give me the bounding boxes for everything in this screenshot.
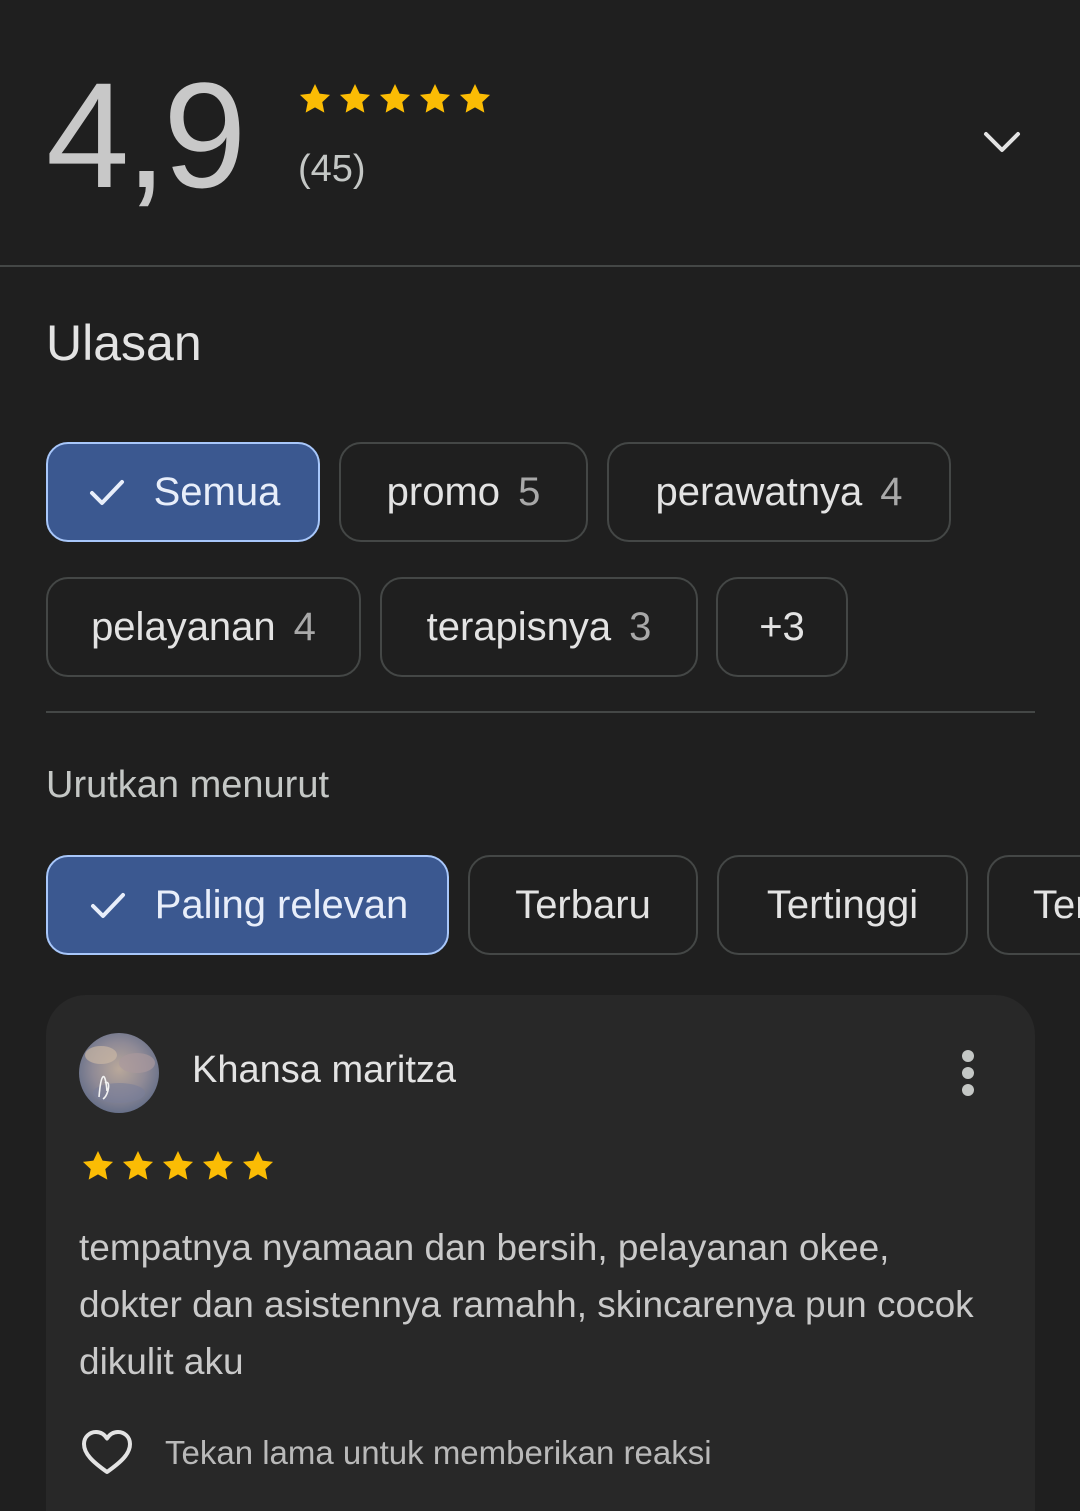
sort-highest[interactable]: Tertinggi xyxy=(717,855,968,955)
check-icon xyxy=(89,480,124,505)
star-icon xyxy=(379,83,411,113)
reaction-row[interactable]: Tekan lama untuk memberikan reaksi xyxy=(79,1425,712,1481)
average-score: 4,9 xyxy=(46,51,247,219)
chip-label: +3 xyxy=(759,604,805,649)
chip-label: promo xyxy=(386,469,501,514)
chip-label: Tertinggi xyxy=(766,882,919,927)
review-stars xyxy=(79,1147,277,1185)
chip-more-topics[interactable]: +3 xyxy=(716,577,848,677)
sort-newest[interactable]: Terbaru xyxy=(468,855,698,955)
heart-outline-icon[interactable] xyxy=(79,1425,135,1481)
star-icon xyxy=(339,83,371,113)
chip-count: 5 xyxy=(518,469,541,514)
review-count: (45) xyxy=(298,148,366,190)
review-text: tempatnya nyamaan dan bersih, pelayanan … xyxy=(79,1227,974,1382)
reaction-hint: Tekan lama untuk memberikan reaksi xyxy=(165,1434,712,1471)
chip-label: terapisnya xyxy=(426,604,612,649)
chip-label: Ter xyxy=(1033,882,1080,927)
star-icon xyxy=(419,83,451,113)
star-icon xyxy=(162,1150,194,1180)
star-icon xyxy=(122,1150,154,1180)
sort-most-relevant[interactable]: Paling relevan xyxy=(46,855,449,955)
review-card: Khansa maritza tempatnya nyamaan dan ber… xyxy=(46,995,1035,1511)
chip-pelayanan[interactable]: pelayanan 4 xyxy=(46,577,361,677)
reviews-page: 4,9 (45) Ulasan Semua promo 5 perawatnya… xyxy=(0,0,1080,1511)
divider xyxy=(46,711,1035,713)
chip-semua[interactable]: Semua xyxy=(46,442,320,542)
star-icon xyxy=(242,1150,274,1180)
chip-perawatnya[interactable]: perawatnya 4 xyxy=(607,442,951,542)
star-icon xyxy=(82,1150,114,1180)
chevron-down-icon[interactable] xyxy=(978,118,1026,166)
reviewer-name[interactable]: Khansa maritza xyxy=(192,1049,456,1092)
chip-label: pelayanan xyxy=(91,604,276,649)
rating-summary[interactable]: 4,9 (45) xyxy=(0,0,1080,266)
sort-label: Urutkan menurut xyxy=(46,764,330,806)
chip-count: 4 xyxy=(880,469,903,514)
chip-label: perawatnya xyxy=(655,469,863,514)
chip-count: 3 xyxy=(629,604,652,649)
sort-lowest[interactable]: Ter xyxy=(987,855,1080,955)
chip-label: Terbaru xyxy=(515,882,651,927)
check-icon xyxy=(90,893,125,918)
chip-terapisnya[interactable]: terapisnya 3 xyxy=(380,577,698,677)
more-vertical-icon[interactable] xyxy=(946,1047,990,1099)
chip-label: Paling relevan xyxy=(154,882,409,927)
star-icon xyxy=(202,1150,234,1180)
star-icon xyxy=(459,83,491,113)
divider xyxy=(0,265,1080,267)
chip-label: Semua xyxy=(153,469,281,514)
chip-promo[interactable]: promo 5 xyxy=(339,442,588,542)
rating-stars xyxy=(296,80,494,118)
section-title: Ulasan xyxy=(46,315,202,371)
avatar-image xyxy=(79,1033,159,1113)
star-icon xyxy=(299,83,331,113)
chip-count: 4 xyxy=(293,604,316,649)
avatar[interactable] xyxy=(79,1033,159,1113)
